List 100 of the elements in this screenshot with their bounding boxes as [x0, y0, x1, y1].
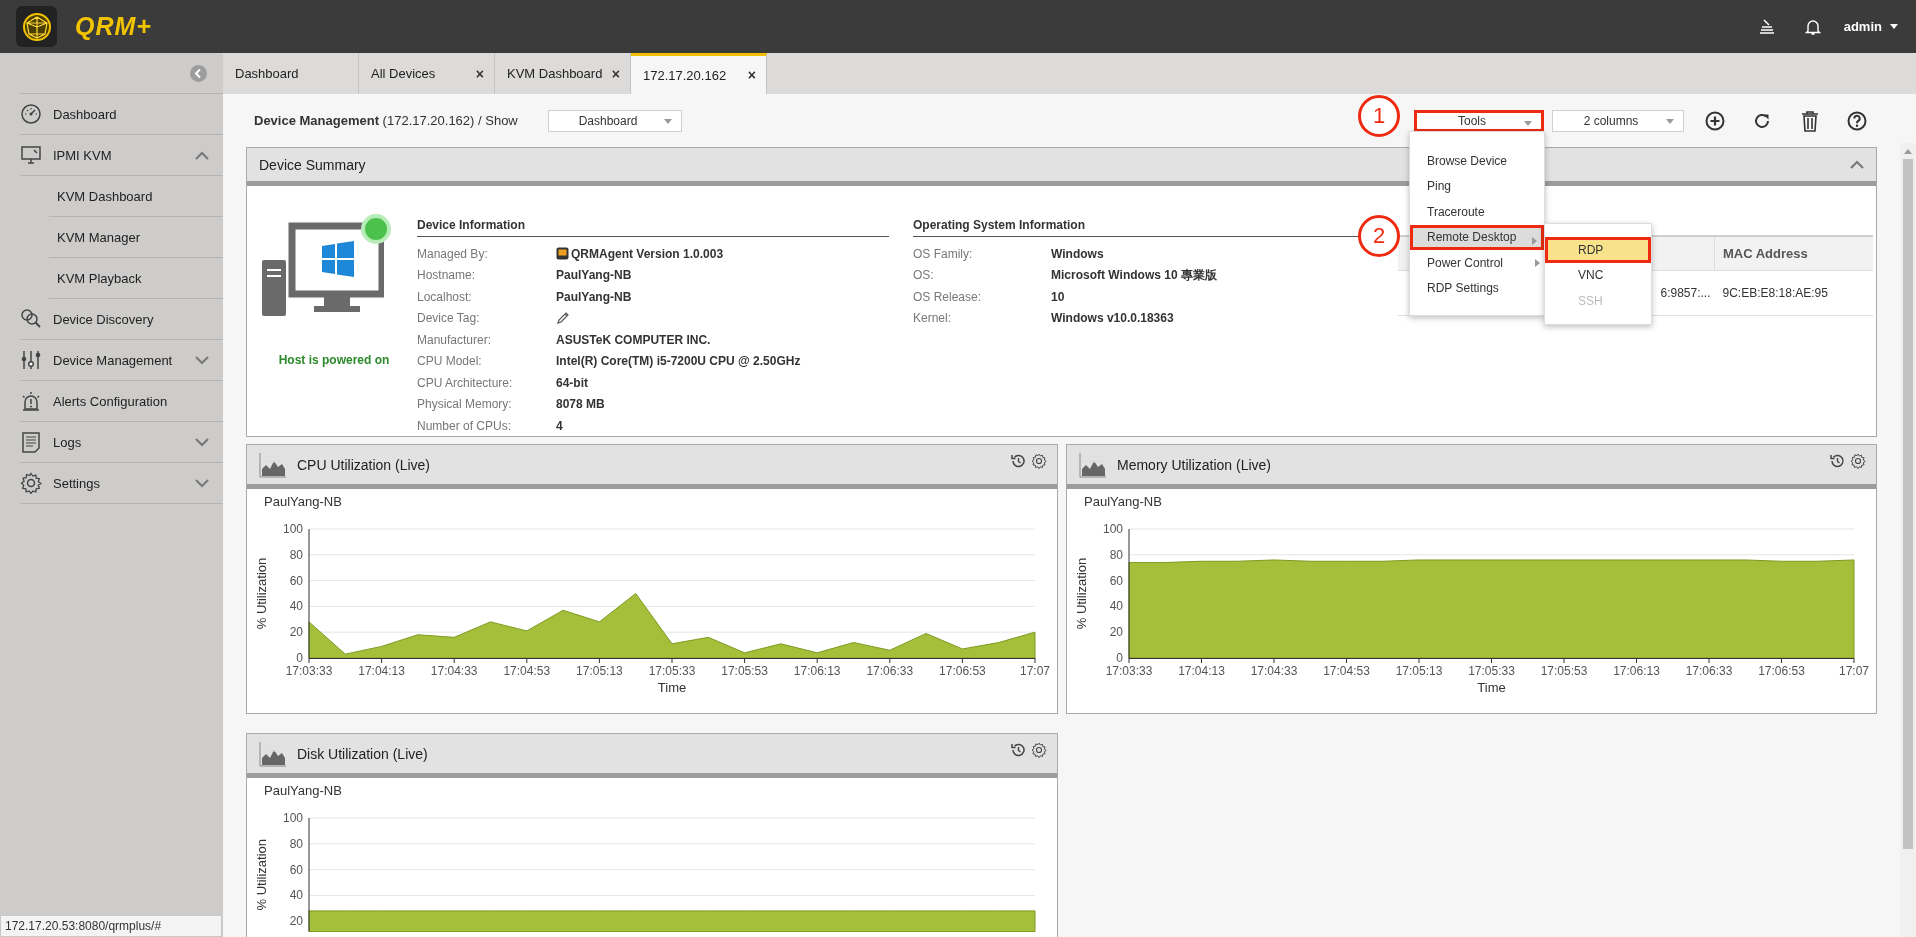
panel-title: Device Summary [259, 156, 366, 173]
document-icon [20, 431, 42, 453]
menu-item[interactable]: Traceroute [1410, 199, 1544, 225]
menu-item[interactable]: RDP Settings [1410, 275, 1544, 301]
settings-icon [20, 472, 42, 494]
panel-title: CPU Utilization (Live) [297, 456, 432, 473]
x-tick-label: 17:04:33 [430, 664, 478, 678]
y-tick-label: 0 [296, 651, 303, 665]
caret-icon [1524, 120, 1532, 126]
table-cell: 9C:EB:E8:18:AE:95 [1714, 270, 1873, 316]
tab[interactable]: Dashboard [223, 53, 359, 94]
info-value: PaulYang-NB [556, 268, 632, 283]
info-label: Number of CPUs: [417, 418, 513, 433]
y-tick-label: 60 [1109, 573, 1123, 588]
info-value: 8078 MB [556, 397, 605, 412]
y-tick-label: 80 [1109, 547, 1123, 562]
gauge-icon [20, 103, 42, 125]
chevron-down-icon[interactable] [195, 478, 209, 488]
y-tick-label: 20 [289, 625, 303, 640]
sidebar-item[interactable]: IPMI KVM [20, 135, 223, 176]
x-tick-label: 17:06:33 [866, 664, 914, 678]
x-tick-label: 17:03:33 [285, 664, 333, 678]
settings-icon[interactable] [1850, 453, 1866, 469]
x-tick-label: 17:04:33 [1250, 664, 1298, 678]
caret-icon[interactable] [1890, 24, 1898, 29]
x-axis-label: Time [1477, 680, 1506, 695]
menu-item[interactable]: RDP [1545, 237, 1651, 263]
close-tab-button[interactable]: × [475, 65, 484, 82]
y-tick-label: 20 [1109, 625, 1123, 640]
panel-title: Disk Utilization (Live) [297, 745, 429, 762]
chevron-up-icon[interactable] [1850, 160, 1864, 169]
info-label: Physical Memory: [417, 397, 513, 412]
power-status: Host is powered on [278, 353, 390, 367]
help-icon[interactable] [1847, 110, 1867, 131]
app-wordmark: QRM+ [75, 12, 152, 41]
info-label: CPU Architecture: [417, 375, 514, 390]
scrollbar[interactable] [1900, 143, 1916, 937]
x-tick-label: 17:06:53 [1758, 664, 1805, 678]
info-label: CPU Model: [417, 354, 483, 369]
y-tick-label: 40 [289, 599, 303, 614]
dropdown[interactable]: Tools [1414, 109, 1544, 132]
close-tab-button[interactable]: × [611, 65, 620, 82]
info-label: OS: [913, 268, 935, 283]
info-label: Managed By: [417, 246, 489, 261]
area-chart-icon [1079, 451, 1107, 478]
menu-item[interactable]: Browse Device [1410, 148, 1544, 174]
info-label: OS Release: [913, 289, 983, 304]
user-menu[interactable]: admin [1843, 19, 1882, 34]
sidebar-item[interactable]: Logs [20, 422, 223, 463]
info-label: Hostname: [417, 268, 477, 283]
trash-icon[interactable] [1800, 109, 1820, 132]
area-chart-icon [259, 451, 287, 478]
x-tick-label: 17:05:13 [1395, 664, 1443, 678]
y-tick-label: 100 [282, 811, 303, 825]
y-axis-label: % Utilization [1074, 557, 1089, 630]
y-tick-label: 40 [289, 888, 303, 903]
x-tick-label: 17:07 [1020, 664, 1050, 678]
history-icon[interactable] [1010, 453, 1026, 469]
x-tick-label: 17:05:33 [648, 664, 696, 678]
history-icon[interactable] [1010, 742, 1026, 758]
series-name: PaulYang-NB [1084, 494, 1162, 509]
x-tick-label: 17:04:13 [1178, 664, 1225, 678]
history-icon[interactable] [1829, 453, 1845, 469]
bell-icon[interactable] [1803, 17, 1822, 36]
chevron-up-icon[interactable] [195, 150, 209, 160]
x-tick-label: 17:04:53 [503, 664, 551, 678]
series-name: PaulYang-NB [264, 494, 342, 509]
collapse-icon[interactable] [190, 64, 207, 82]
x-tick-label: 17:06:53 [939, 664, 986, 678]
tab[interactable]: 172.17.20.162 × [631, 53, 767, 94]
info-value: Intel(R) Core(TM) i5-7200U CPU @ 2.50GHz [556, 354, 801, 369]
info-value: 10 [1051, 289, 1065, 304]
info-value: QRMAgent Version 1.0.003 [571, 246, 724, 261]
menu-item[interactable]: Ping [1410, 173, 1544, 199]
info-value: Microsoft Windows 10 專業版 [1051, 266, 1217, 284]
stack-icon[interactable] [1757, 17, 1776, 36]
info-label: Kernel: [913, 311, 953, 326]
info-value: 64-bit [556, 375, 588, 390]
chevron-down-icon[interactable] [195, 437, 209, 447]
info-value: Windows v10.0.18363 [1051, 311, 1174, 326]
panel-title: Memory Utilization (Live) [1117, 456, 1273, 473]
close-tab-button[interactable]: × [747, 67, 756, 83]
x-tick-label: 17:05:33 [1468, 664, 1515, 678]
tab[interactable]: All Devices × [359, 53, 495, 94]
info-label: OS Family: [913, 246, 974, 261]
add-icon[interactable] [1705, 110, 1725, 131]
x-tick-label: 17:05:13 [576, 664, 623, 678]
settings-icon[interactable] [1031, 742, 1047, 758]
dropdown[interactable]: 2 columns [1552, 109, 1684, 132]
page-title: Device Management (172.17.20.162) / Show [254, 113, 519, 128]
y-tick-label: 100 [282, 522, 303, 536]
settings-icon[interactable] [1031, 453, 1047, 469]
chevron-down-icon[interactable] [195, 355, 209, 365]
info-label: Manufacturer: [417, 332, 493, 347]
pencil-icon[interactable] [556, 311, 570, 326]
sidebar-item[interactable]: Device Management [20, 340, 223, 381]
magnifier-icon [20, 308, 42, 330]
info-label: Device Tag: [417, 311, 481, 326]
dropdown[interactable]: Dashboard [548, 109, 682, 132]
menu-item[interactable]: Remote Desktop [1410, 224, 1544, 250]
